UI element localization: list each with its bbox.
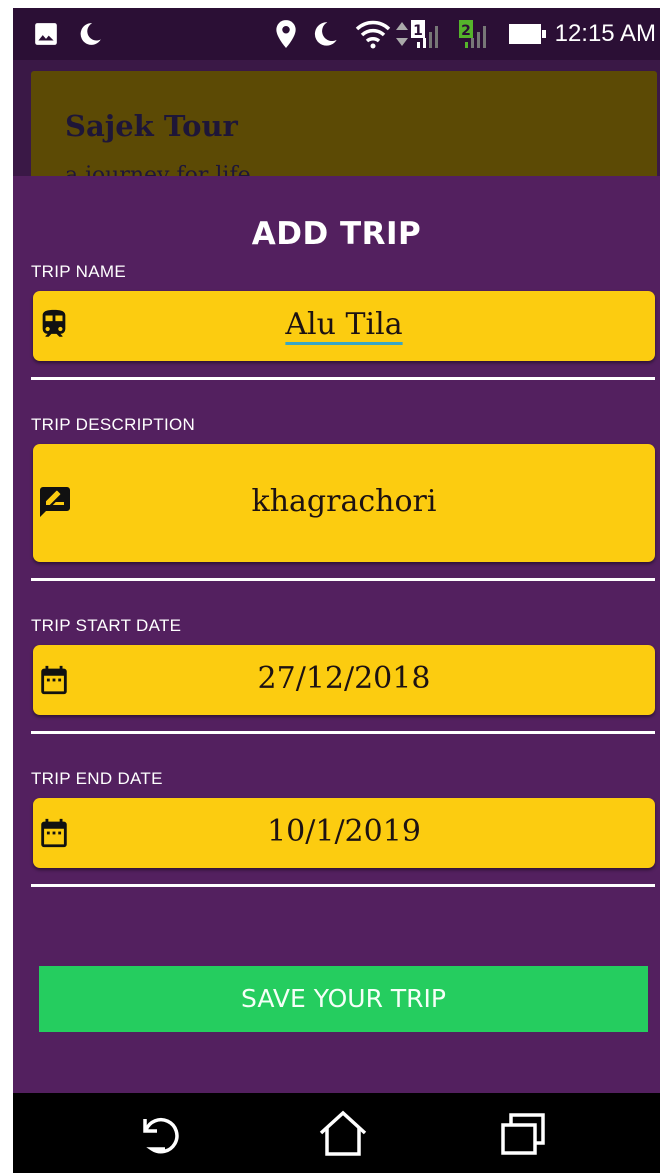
wifi-icon bbox=[355, 8, 391, 60]
trip-start-date-value: 27/12/2018 bbox=[257, 661, 431, 696]
trip-start-date-underline bbox=[31, 731, 655, 734]
trip-description-label: TRIP DESCRIPTION bbox=[31, 415, 196, 434]
trip-name-label: TRIP NAME bbox=[31, 262, 126, 281]
back-icon[interactable] bbox=[135, 1109, 187, 1157]
phone-screen: 1 2 12:15 AM Sajek Tour a journey for li… bbox=[13, 8, 660, 1173]
background-trip-title: Sajek Tour bbox=[65, 109, 238, 143]
save-trip-button[interactable]: SAVE YOUR TRIP bbox=[39, 966, 648, 1032]
trip-description-input[interactable]: khagrachori bbox=[33, 444, 655, 562]
location-icon bbox=[273, 8, 299, 60]
add-trip-dialog: ADD TRIP TRIP NAME Alu Tila TRIP DESCRIP… bbox=[13, 176, 660, 1093]
signal-sim1-icon: 1 bbox=[411, 8, 445, 60]
data-arrows-icon bbox=[395, 8, 409, 60]
status-bar: 1 2 12:15 AM bbox=[13, 8, 660, 60]
battery-icon bbox=[509, 8, 549, 60]
moon-icon bbox=[311, 8, 339, 60]
moon-icon bbox=[77, 8, 103, 60]
trip-end-date-underline bbox=[31, 884, 655, 887]
home-icon[interactable] bbox=[317, 1109, 369, 1157]
recent-apps-icon[interactable] bbox=[499, 1109, 551, 1157]
trip-name-input[interactable]: Alu Tila bbox=[33, 291, 655, 361]
svg-text:1: 1 bbox=[413, 23, 423, 39]
dialog-title: ADD TRIP bbox=[251, 216, 422, 252]
trip-description-underline bbox=[31, 578, 655, 581]
trip-end-date-value: 10/1/2019 bbox=[267, 814, 421, 849]
navigation-bar bbox=[13, 1093, 660, 1173]
trip-name-value: Alu Tila bbox=[285, 307, 403, 342]
gallery-icon bbox=[33, 8, 59, 60]
svg-text:2: 2 bbox=[461, 23, 471, 39]
trip-start-date-label: TRIP START DATE bbox=[31, 616, 182, 635]
trip-name-underline bbox=[31, 377, 655, 380]
status-time: 12:15 AM bbox=[554, 20, 656, 47]
trip-end-date-input[interactable]: 10/1/2019 bbox=[33, 798, 655, 868]
trip-start-date-input[interactable]: 27/12/2018 bbox=[33, 645, 655, 715]
trip-description-value: khagrachori bbox=[251, 484, 437, 519]
trip-end-date-label: TRIP END DATE bbox=[31, 769, 163, 788]
signal-sim2-icon: 2 bbox=[459, 8, 493, 60]
